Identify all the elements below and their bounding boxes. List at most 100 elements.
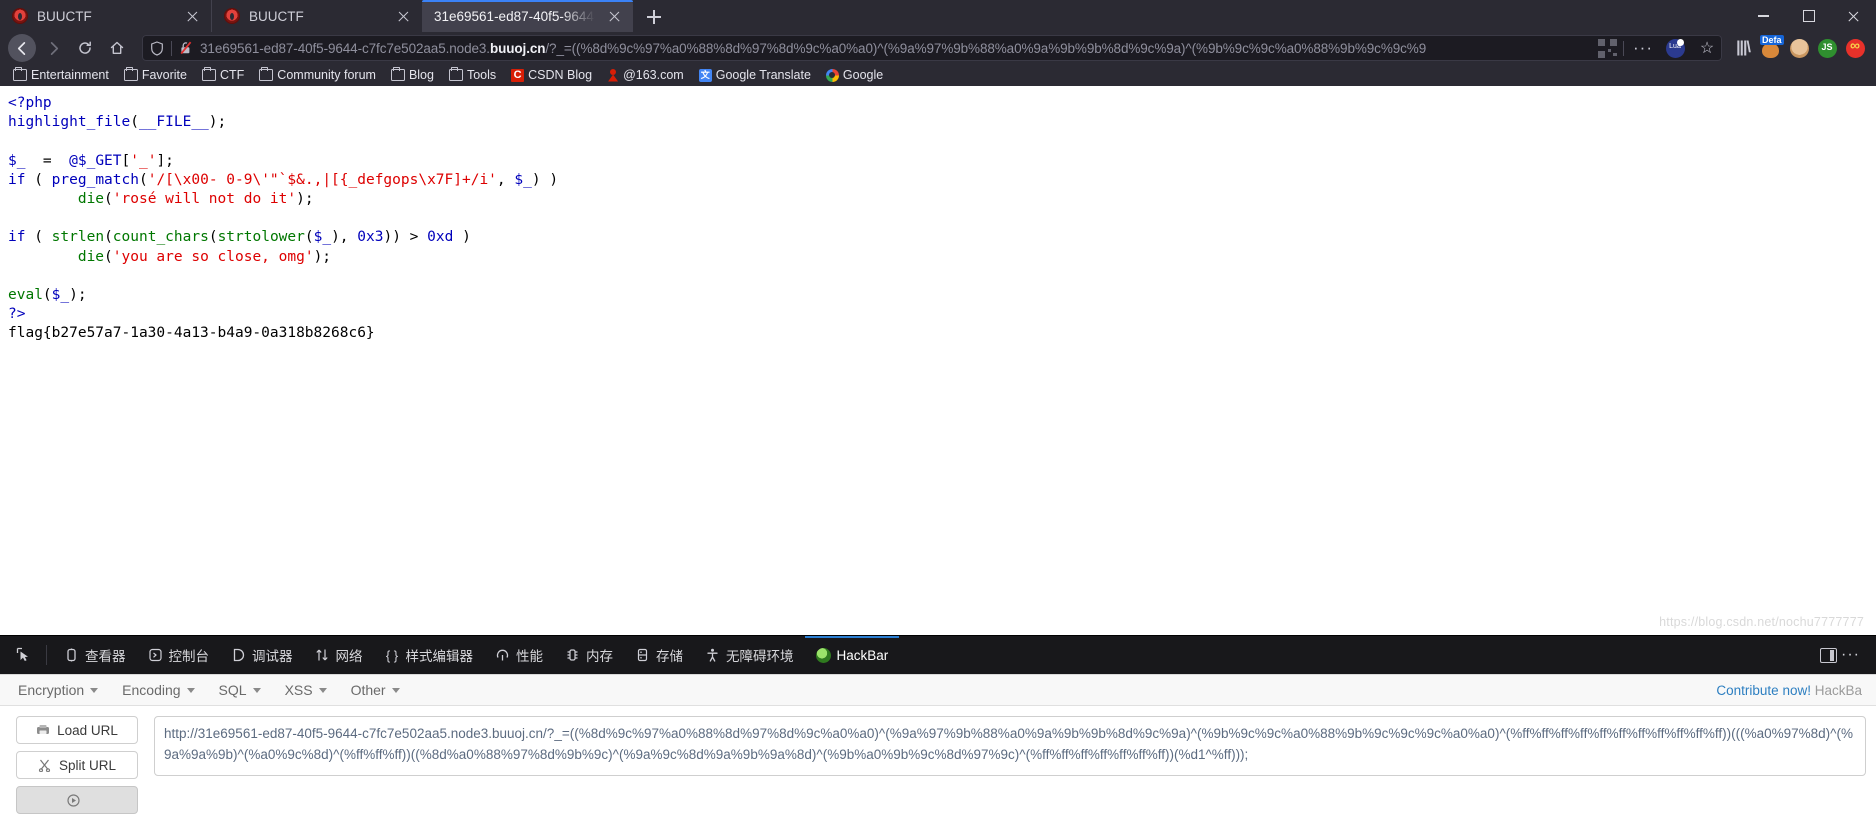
- qr-code-icon[interactable]: [1598, 38, 1617, 58]
- code-line-highlight-file: highlight_file(__FILE__);: [8, 114, 227, 131]
- url-divider: [171, 40, 172, 56]
- more-actions-icon[interactable]: ···: [1630, 38, 1656, 58]
- devtools-tab-memory[interactable]: 内存: [554, 636, 624, 674]
- chevron-down-icon: [90, 687, 99, 693]
- bookmark-label: CSDN Blog: [528, 68, 593, 82]
- debugger-icon: [231, 648, 246, 663]
- execute-button[interactable]: [16, 786, 138, 814]
- button-label: Split URL: [58, 757, 117, 773]
- hackbar-menu-encoding[interactable]: Encoding: [110, 678, 206, 702]
- network-icon: [315, 648, 330, 663]
- devtools-tab-label: 网络: [335, 649, 363, 664]
- bookmark-favorite[interactable]: Favorite: [118, 66, 193, 84]
- devtools-tab-label: 无障碍环境: [726, 649, 794, 664]
- tab-close-icon[interactable]: [184, 8, 201, 25]
- devtools-tab-console[interactable]: 控制台: [137, 636, 221, 674]
- devtools-tab-label: HackBar: [836, 647, 889, 663]
- bookmark-ctf[interactable]: CTF: [196, 66, 250, 84]
- folder-icon: [259, 66, 274, 81]
- buuctf-favicon: [224, 8, 240, 24]
- bookmark-community-forum[interactable]: Community forum: [253, 66, 382, 84]
- devtools-tab-hackbar[interactable]: HackBar: [804, 636, 900, 674]
- bookmark-tools[interactable]: Tools: [443, 66, 502, 84]
- hackbar-menu-other[interactable]: Other: [339, 678, 412, 702]
- dog-extension-icon[interactable]: [1786, 35, 1812, 61]
- bookmark-google-translate[interactable]: 文 Google Translate: [693, 66, 817, 84]
- hackbar-url-input[interactable]: http://31e69561-ed87-40f5-9644-c7fc7e502…: [154, 716, 1866, 776]
- folder-icon: [123, 66, 138, 81]
- menu-label: Encoding: [122, 682, 181, 698]
- devtools-tab-accessibility[interactable]: 无障碍环境: [694, 636, 805, 674]
- maximize-button[interactable]: [1786, 0, 1831, 32]
- tab-current-page[interactable]: 31e69561-ed87-40f5-9644-c7fc7: [422, 0, 633, 32]
- devtools-tab-label: 性能: [516, 649, 543, 664]
- folder-icon: [448, 66, 463, 81]
- reload-icon: [79, 41, 91, 54]
- back-button[interactable]: [8, 34, 36, 62]
- inspector-icon: [64, 648, 79, 663]
- js-extension-icon[interactable]: [1814, 35, 1840, 61]
- code-line-eval: eval($_);: [8, 287, 87, 304]
- home-button[interactable]: [102, 33, 132, 63]
- devtools-menu-icon[interactable]: ···: [1841, 646, 1860, 664]
- contribute-link[interactable]: Contribute now!: [1716, 683, 1811, 698]
- bookmark-star-icon[interactable]: ☆: [1694, 35, 1720, 61]
- load-url-button[interactable]: Load URL: [16, 716, 138, 744]
- code-line-strlen-check: if ( strlen(count_chars(strtolower($_), …: [8, 229, 471, 246]
- dock-to-side-icon[interactable]: [1820, 647, 1838, 663]
- close-window-button[interactable]: [1831, 0, 1876, 32]
- style-editor-icon: { }: [385, 647, 399, 663]
- devtools-tab-debugger[interactable]: 调试器: [220, 636, 304, 674]
- storage-icon: [635, 648, 650, 663]
- bookmark-entertainment[interactable]: Entertainment: [7, 66, 115, 84]
- defa-extension-icon[interactable]: Defa: [1758, 35, 1784, 61]
- devtools-tab-performance[interactable]: 性能: [484, 636, 554, 674]
- hackbar-menu-xss[interactable]: XSS: [273, 678, 339, 702]
- infinity-extension-icon[interactable]: [1842, 35, 1868, 61]
- forward-arrow-icon: [50, 41, 58, 55]
- split-url-button[interactable]: Split URL: [16, 751, 138, 779]
- new-tab-button[interactable]: [639, 2, 669, 32]
- bookmarks-bar: Entertainment Favorite CTF Community for…: [0, 64, 1876, 86]
- home-icon: [110, 41, 124, 54]
- devtools-tab-style-editor[interactable]: { } 样式编辑器: [374, 636, 485, 674]
- bookmark-csdn-blog[interactable]: C CSDN Blog: [505, 66, 598, 84]
- broken-lock-icon[interactable]: [178, 40, 194, 56]
- hackbar-menu-encryption[interactable]: Encryption: [6, 678, 110, 702]
- bookmark-label: Blog: [408, 68, 434, 82]
- devtools-tab-label: 查看器: [85, 649, 126, 664]
- address-bar[interactable]: 31e69561-ed87-40f5-9644-c7fc7e502aa5.nod…: [142, 35, 1722, 61]
- code-line-php-close: ?>: [8, 306, 26, 323]
- tab-close-icon[interactable]: [395, 8, 412, 25]
- shield-icon[interactable]: [148, 40, 165, 57]
- devtools-panel: 查看器 控制台 调试器 网络 { } 样式编辑器 性能 内存 存储 无障碍环境 …: [0, 635, 1876, 814]
- devtools-tab-label: 内存: [586, 649, 613, 664]
- blog-watermark: https://blog.csdn.net/nochu7777777: [1659, 615, 1864, 629]
- bookmark-google[interactable]: Google: [820, 66, 889, 84]
- devtools-tab-label: 控制台: [168, 649, 210, 664]
- lua-extension-icon[interactable]: [1662, 35, 1688, 61]
- menu-label: Encryption: [18, 682, 85, 698]
- folder-icon: [13, 66, 27, 81]
- code-line-get-param: $_ = @$_GET['_'];: [8, 152, 174, 169]
- window-controls: [1741, 0, 1876, 32]
- forward-button[interactable]: [38, 33, 68, 63]
- devtools-tab-inspector[interactable]: 查看器: [53, 636, 137, 674]
- devtools-tab-storage[interactable]: 存储: [624, 636, 694, 674]
- reload-button[interactable]: [70, 33, 100, 63]
- tab-buuctf-1[interactable]: BUUCTF: [0, 0, 211, 32]
- hackbar-menu-sql[interactable]: SQL: [207, 678, 273, 702]
- split-url-icon: [38, 759, 52, 772]
- element-picker-icon[interactable]: [6, 636, 40, 674]
- library-icon[interactable]: |||\: [1730, 35, 1756, 61]
- devtools-tab-network[interactable]: 网络: [304, 636, 374, 674]
- tab-buuctf-2[interactable]: BUUCTF: [211, 0, 422, 32]
- menu-label: Other: [350, 682, 386, 698]
- tab-close-icon[interactable]: [606, 8, 623, 25]
- minimize-button[interactable]: [1741, 0, 1786, 32]
- bookmark-163-mail[interactable]: @163.com: [601, 66, 690, 84]
- bookmark-blog[interactable]: Blog: [385, 66, 440, 84]
- google-icon: [825, 68, 839, 82]
- accessibility-icon: [705, 648, 720, 663]
- load-url-icon: [36, 724, 50, 737]
